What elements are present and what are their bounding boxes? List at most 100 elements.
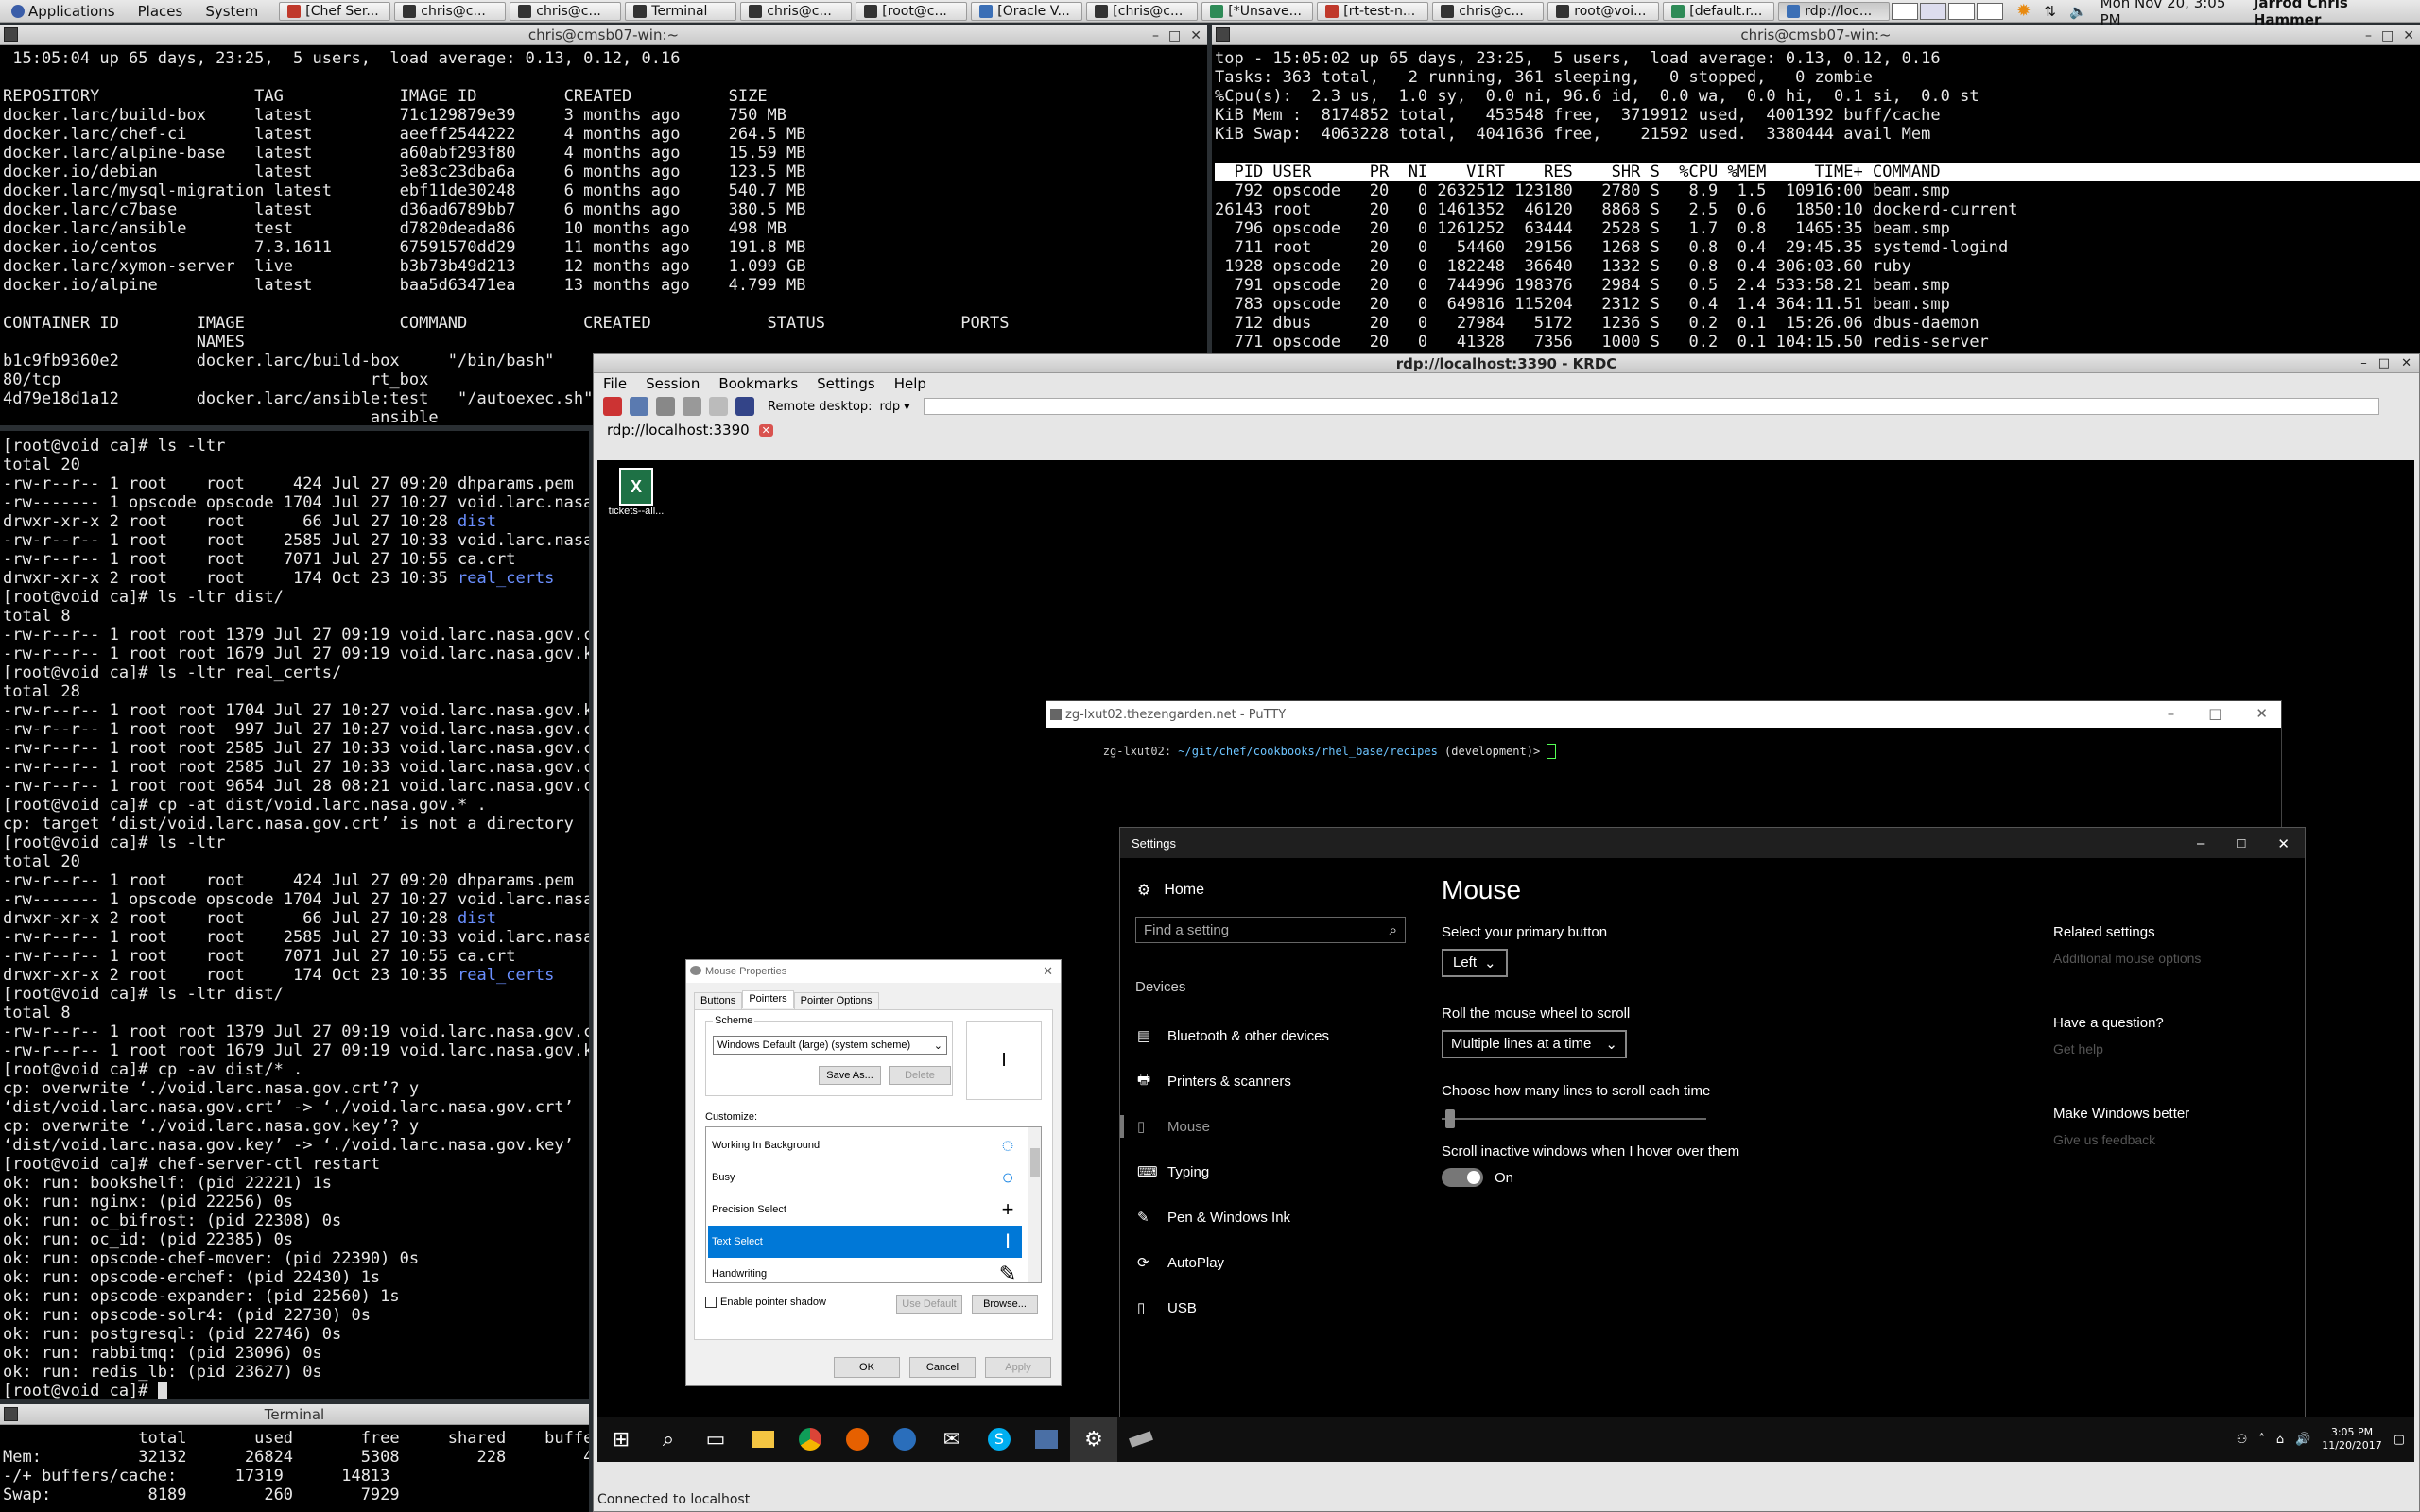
volume-icon[interactable]: 🔈 bbox=[2069, 3, 2087, 20]
tab-pointers[interactable]: Pointers bbox=[742, 990, 794, 1008]
taskbar-item[interactable]: Terminal bbox=[625, 1, 737, 21]
taskbar-item[interactable]: [Chef Ser... bbox=[279, 1, 391, 21]
apply-button[interactable]: Apply bbox=[985, 1357, 1051, 1378]
maximize-button[interactable]: □ bbox=[2237, 835, 2245, 852]
screenshot-icon[interactable] bbox=[630, 397, 648, 416]
pointer-list[interactable]: Working In Background ◌ Busy ○ Precision Sel… bbox=[705, 1126, 1042, 1283]
windows-clock[interactable]: 3:05 PM 11/20/2017 bbox=[2322, 1426, 2381, 1452]
minimize-button[interactable]: – bbox=[1152, 26, 1159, 45]
browse-button[interactable]: Browse... bbox=[972, 1295, 1038, 1314]
taskbar-item[interactable]: [Oracle V... bbox=[971, 1, 1083, 21]
workspace-switcher[interactable] bbox=[1892, 2, 2004, 20]
close-button[interactable]: ✕ bbox=[2256, 705, 2268, 722]
chevron-up-icon[interactable]: ˄ bbox=[2258, 1433, 2265, 1447]
inactive-toggle[interactable]: On bbox=[1442, 1168, 1513, 1187]
krdc-menu-bookmarks[interactable]: Bookmarks bbox=[718, 375, 798, 392]
taskbar-item[interactable]: chris@c... bbox=[1432, 1, 1545, 21]
tab-rdp-localhost[interactable]: rdp://localhost:3390 bbox=[607, 421, 750, 438]
address-input[interactable] bbox=[923, 398, 2379, 415]
mouse-properties-dialog[interactable]: Mouse Properties ✕ Buttons Pointers Pointe… bbox=[685, 959, 1062, 1386]
question-link[interactable]: Get help bbox=[2053, 1041, 2103, 1057]
krdc-menu-file[interactable]: File bbox=[603, 375, 627, 392]
disconnect-icon[interactable] bbox=[603, 397, 622, 416]
taskbar-item[interactable]: chris@c... bbox=[394, 1, 507, 21]
volume-icon[interactable]: 🔊 bbox=[2295, 1433, 2310, 1447]
firefox-button[interactable] bbox=[834, 1417, 881, 1462]
settings-nav-item[interactable]: ▯ Mouse bbox=[1120, 1104, 1423, 1149]
pointer-list-item[interactable]: Precision Select + bbox=[708, 1194, 1022, 1226]
chrome-button[interactable] bbox=[786, 1417, 834, 1462]
tab-buttons[interactable]: Buttons bbox=[694, 992, 743, 1010]
settings-home[interactable]: ⚙ Home bbox=[1137, 881, 1204, 900]
krdc-menu-session[interactable]: Session bbox=[646, 375, 700, 392]
taskbar-item[interactable]: [root@c... bbox=[856, 1, 968, 21]
maximize-button[interactable]: □ bbox=[1168, 26, 1181, 45]
settings-taskbar-button[interactable]: ⚙ bbox=[1070, 1417, 1117, 1462]
close-button[interactable]: ✕ bbox=[2277, 835, 2290, 852]
settings-nav-item[interactable]: ▯ USB bbox=[1120, 1285, 1423, 1331]
close-button[interactable]: ✕ bbox=[2403, 26, 2414, 45]
cancel-button[interactable]: Cancel bbox=[909, 1357, 976, 1378]
krdc-titlebar[interactable]: rdp://localhost:3390 - KRDC – □ ✕ bbox=[594, 354, 2419, 373]
pointer-list-item[interactable]: Working In Background ◌ bbox=[708, 1129, 1022, 1161]
close-button[interactable]: ✕ bbox=[2401, 354, 2411, 373]
terminal-root-void[interactable]: [root@void ca]# ls -ltr total 20 -rw-r--r-… bbox=[0, 431, 589, 1399]
task-view-button[interactable]: ▭ bbox=[692, 1417, 739, 1462]
settings-nav-item[interactable]: 🖶 Printers & scanners bbox=[1120, 1058, 1423, 1104]
zoom-icon[interactable] bbox=[656, 397, 675, 416]
minimize-button[interactable]: – bbox=[2168, 705, 2175, 722]
people-icon[interactable]: ⚇ bbox=[2237, 1433, 2248, 1447]
dialog-titlebar[interactable]: Mouse Properties ✕ bbox=[686, 960, 1061, 983]
delete-button[interactable]: Delete bbox=[889, 1066, 951, 1085]
keyboard-grab-icon[interactable] bbox=[735, 397, 754, 416]
feedback-link[interactable]: Give us feedback bbox=[2053, 1132, 2155, 1147]
taskbar-item[interactable]: [chris@c... bbox=[1086, 1, 1199, 21]
ok-button[interactable]: OK bbox=[834, 1357, 900, 1378]
search-button[interactable]: ⌕ bbox=[645, 1417, 692, 1462]
tab-pointer-options[interactable]: Pointer Options bbox=[793, 992, 879, 1010]
pointer-list-item[interactable]: Busy ○ bbox=[708, 1161, 1022, 1194]
settings-titlebar[interactable]: Settings – □ ✕ bbox=[1120, 828, 2305, 858]
taskbar-item[interactable]: chris@c... bbox=[740, 1, 853, 21]
network-icon[interactable]: ⌂ bbox=[2276, 1433, 2284, 1447]
applications-menu[interactable]: Applications bbox=[0, 3, 127, 20]
remote-desktop[interactable]: X tickets--all... zg-lxut02.thezengarden… bbox=[597, 460, 2414, 1462]
skype-button[interactable]: S bbox=[976, 1417, 1023, 1462]
maximize-button[interactable]: □ bbox=[2381, 26, 2394, 45]
close-tab-icon[interactable]: ✕ bbox=[758, 423, 773, 437]
taskbar-item[interactable]: [default.r... bbox=[1663, 1, 1775, 21]
putty-taskbar-button[interactable] bbox=[1117, 1417, 1165, 1462]
terminal-top-titlebar[interactable]: chris@cmsb07-win:~ – □ ✕ bbox=[1212, 25, 2420, 45]
settings-search-input[interactable]: Find a setting ⌕ bbox=[1135, 917, 1406, 943]
action-center-icon[interactable]: ▢ bbox=[2394, 1433, 2405, 1447]
save-as-button[interactable]: Save As... bbox=[819, 1066, 881, 1085]
krdc-menu-help[interactable]: Help bbox=[894, 375, 926, 392]
taskbar-item[interactable]: rdp://loc... bbox=[1778, 1, 1891, 21]
use-default-button[interactable]: Use Default bbox=[896, 1295, 962, 1314]
taskbar-item[interactable]: [*Unsave... bbox=[1201, 1, 1314, 21]
weather-sun-icon[interactable]: ✹ bbox=[2016, 1, 2031, 21]
settings-window[interactable]: Settings – □ ✕ ⚙ Home Find a setting ⌕ Devic… bbox=[1119, 827, 2306, 1462]
system-menu[interactable]: System bbox=[194, 3, 269, 20]
taskbar-item[interactable]: chris@c... bbox=[510, 1, 622, 21]
network-icon[interactable]: ⇅ bbox=[2044, 3, 2056, 20]
terminal-top[interactable]: chris@cmsb07-win:~ – □ ✕ top - 15:05:02 up… bbox=[1212, 25, 2420, 355]
scrollbar-thumb[interactable] bbox=[1030, 1148, 1040, 1177]
scheme-select[interactable]: Windows Default (large) (system scheme) ⌄ bbox=[713, 1036, 947, 1055]
wheel-select[interactable]: Multiple lines at a time ⌄ bbox=[1442, 1030, 1627, 1058]
file-explorer-button[interactable] bbox=[739, 1417, 786, 1462]
related-link[interactable]: Additional mouse options bbox=[2053, 951, 2201, 966]
settings-nav-item[interactable]: ✎ Pen & Windows Ink bbox=[1120, 1194, 1423, 1240]
remote-app-button[interactable] bbox=[1023, 1417, 1070, 1462]
outlook-button[interactable] bbox=[881, 1417, 928, 1462]
pointer-list-item[interactable]: Handwriting ✎ bbox=[708, 1258, 1022, 1282]
list-scrollbar[interactable] bbox=[1028, 1127, 1041, 1282]
protocol-select[interactable]: rdp ▾ bbox=[880, 400, 910, 414]
desktop-file-icon[interactable]: X tickets--all... bbox=[603, 468, 669, 517]
terminal-free[interactable]: Terminal total used free shared buffers M… bbox=[0, 1404, 589, 1512]
krdc-window[interactable]: rdp://localhost:3390 - KRDC – □ ✕ File Sess… bbox=[593, 353, 2420, 1512]
places-menu[interactable]: Places bbox=[127, 3, 195, 20]
pointer-shadow-checkbox[interactable]: Enable pointer shadow bbox=[705, 1297, 826, 1308]
close-button[interactable]: ✕ bbox=[1043, 964, 1053, 979]
close-button[interactable]: ✕ bbox=[1190, 26, 1201, 45]
